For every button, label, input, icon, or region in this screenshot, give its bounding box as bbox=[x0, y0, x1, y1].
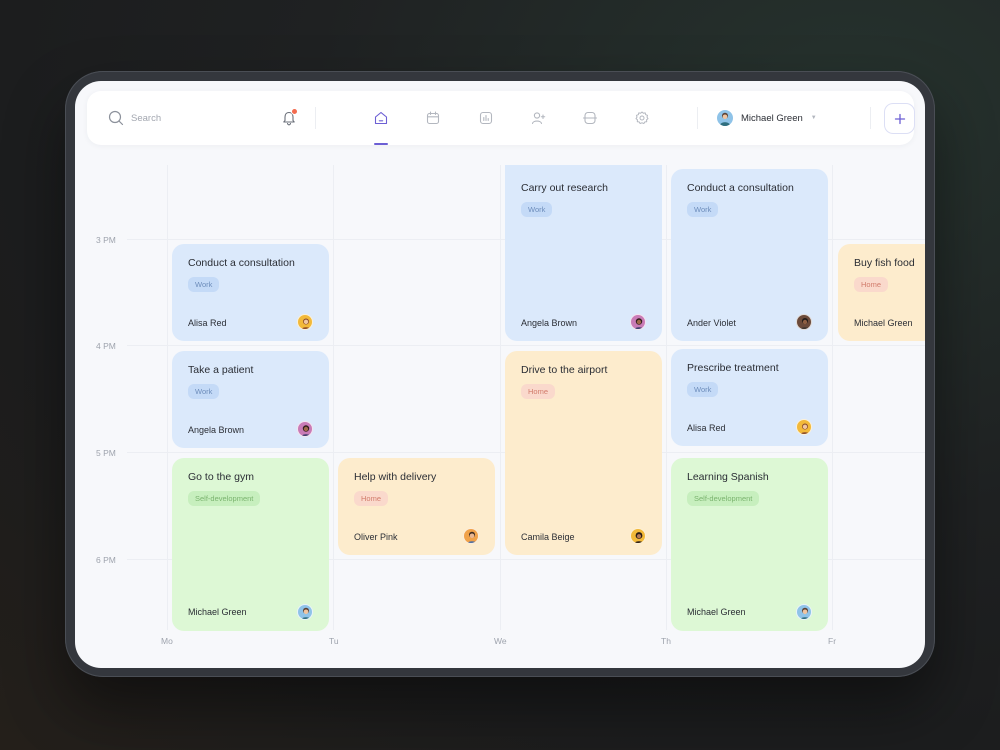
user-avatar bbox=[717, 110, 733, 126]
grid-line bbox=[500, 165, 501, 630]
time-label-6pm: 6 PM bbox=[96, 555, 116, 565]
nav-add-user[interactable] bbox=[528, 108, 548, 128]
app-screen: 3 PM 4 PM 5 PM 6 PM Mo Tu We Th Fr Condu… bbox=[75, 81, 925, 668]
day-label-mo: Mo bbox=[161, 636, 173, 646]
nav-calendar[interactable] bbox=[423, 108, 443, 128]
chevron-down-icon: ▼ bbox=[810, 115, 817, 121]
search-icon[interactable] bbox=[108, 110, 124, 126]
event-title: Go to the gym bbox=[188, 471, 254, 483]
event-tag: Work bbox=[687, 382, 719, 397]
avatar bbox=[630, 528, 646, 544]
chart-icon bbox=[479, 111, 493, 125]
add-event-button[interactable] bbox=[884, 103, 915, 134]
home-icon bbox=[374, 111, 388, 125]
event-tag: Self-development bbox=[687, 491, 760, 506]
event-card[interactable]: Prescribe treatment Work Alisa Red bbox=[671, 349, 828, 446]
event-tag: Work bbox=[521, 202, 553, 217]
nav-transport[interactable] bbox=[580, 108, 600, 128]
grid-line bbox=[127, 345, 925, 346]
grid-line bbox=[832, 165, 833, 630]
search-input[interactable] bbox=[131, 111, 271, 125]
event-card[interactable]: Drive to the airport Home Camila Beige bbox=[505, 351, 662, 555]
avatar bbox=[796, 419, 812, 435]
day-label-th: Th bbox=[661, 636, 671, 646]
user-menu[interactable]: Michael Green ▼ bbox=[717, 109, 817, 127]
notifications-button[interactable] bbox=[279, 108, 299, 128]
event-person: Michael Green bbox=[188, 607, 247, 617]
calendar-icon bbox=[426, 111, 440, 125]
event-tag: Self-development bbox=[188, 491, 261, 506]
event-person: Oliver Pink bbox=[354, 532, 398, 542]
active-tab-indicator bbox=[374, 143, 388, 145]
event-tag: Work bbox=[687, 202, 719, 217]
notification-badge bbox=[291, 108, 298, 115]
event-person: Camila Beige bbox=[521, 532, 575, 542]
event-person: Michael Green bbox=[687, 607, 746, 617]
event-title: Conduct a consultation bbox=[188, 257, 295, 269]
avatar bbox=[297, 314, 313, 330]
event-title: Prescribe treatment bbox=[687, 362, 779, 374]
event-card[interactable]: Carry out research Work Angela Brown bbox=[505, 165, 662, 341]
avatar bbox=[297, 604, 313, 620]
event-card[interactable]: Conduct a consultation Work Ander Violet bbox=[671, 169, 828, 341]
event-card[interactable]: Help with delivery Home Oliver Pink bbox=[338, 458, 495, 555]
event-person: Ander Violet bbox=[687, 318, 736, 328]
avatar bbox=[796, 314, 812, 330]
event-title: Drive to the airport bbox=[521, 364, 608, 376]
event-tag: Home bbox=[354, 491, 389, 506]
time-label-5pm: 5 PM bbox=[96, 448, 116, 458]
event-title: Help with delivery bbox=[354, 471, 437, 483]
event-card[interactable]: Take a patient Work Angela Brown bbox=[172, 351, 329, 448]
event-title: Conduct a consultation bbox=[687, 182, 794, 194]
event-person: Alisa Red bbox=[687, 423, 726, 433]
settings-icon bbox=[635, 111, 649, 124]
avatar bbox=[297, 421, 313, 437]
transport-icon bbox=[582, 111, 598, 125]
grid-line bbox=[167, 165, 168, 630]
day-label-we: We bbox=[494, 636, 507, 646]
event-title: Take a patient bbox=[188, 364, 254, 376]
divider bbox=[870, 107, 871, 129]
event-title: Buy fish food bbox=[854, 257, 915, 269]
event-card[interactable]: Buy fish food Home Michael Green bbox=[838, 244, 925, 341]
nav-stats[interactable] bbox=[476, 108, 496, 128]
nav-settings[interactable] bbox=[632, 108, 652, 128]
day-label-tu: Tu bbox=[329, 636, 339, 646]
top-bar: Michael Green ▼ bbox=[87, 91, 915, 145]
grid-line bbox=[333, 165, 334, 630]
time-label-4pm: 4 PM bbox=[96, 341, 116, 351]
avatar bbox=[630, 314, 646, 330]
event-person: Michael Green bbox=[854, 318, 913, 328]
divider bbox=[697, 107, 698, 129]
event-card[interactable]: Conduct a consultation Work Alisa Red bbox=[172, 244, 329, 341]
divider bbox=[315, 107, 316, 129]
day-label-fr: Fr bbox=[828, 636, 837, 646]
event-title: Learning Spanish bbox=[687, 471, 769, 483]
avatar bbox=[463, 528, 479, 544]
time-label-3pm: 3 PM bbox=[96, 235, 116, 245]
event-card[interactable]: Learning Spanish Self-development Michae… bbox=[671, 458, 828, 631]
nav-home[interactable] bbox=[371, 108, 391, 128]
plus-icon bbox=[894, 113, 905, 124]
event-person: Angela Brown bbox=[521, 318, 578, 328]
event-tag: Home bbox=[854, 277, 889, 292]
user-name: Michael Green bbox=[741, 112, 803, 124]
event-person: Angela Brown bbox=[188, 425, 245, 435]
event-tag: Work bbox=[188, 277, 220, 292]
avatar bbox=[796, 604, 812, 620]
event-tag: Home bbox=[521, 384, 556, 399]
event-title: Carry out research bbox=[521, 182, 608, 194]
event-person: Alisa Red bbox=[188, 318, 227, 328]
add-user-icon bbox=[531, 112, 546, 125]
event-tag: Work bbox=[188, 384, 220, 399]
event-card[interactable]: Go to the gym Self-development Michael G… bbox=[172, 458, 329, 631]
grid-line bbox=[666, 165, 667, 630]
